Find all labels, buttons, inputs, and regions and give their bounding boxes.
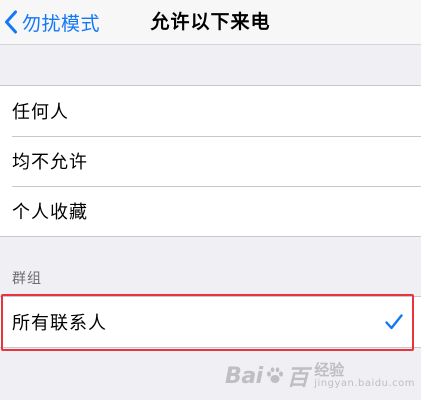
option-favorites[interactable]: 个人收藏	[0, 186, 421, 236]
baidu-watermark: Bai 百 经验 jingyan.baidu.com	[225, 360, 415, 392]
section-header-groups: 群组	[12, 271, 42, 287]
option-all-contacts[interactable]: 所有联系人	[0, 297, 421, 347]
chevron-left-icon	[5, 10, 17, 34]
option-label: 个人收藏	[12, 202, 88, 223]
option-anyone[interactable]: 任何人	[0, 86, 421, 136]
navigation-bar: 勿扰模式 允许以下来电	[0, 0, 421, 45]
back-button[interactable]: 勿扰模式	[0, 0, 100, 44]
options-list: 任何人 均不允许 个人收藏	[0, 85, 421, 237]
option-label: 均不允许	[12, 152, 88, 173]
option-label: 任何人	[12, 102, 69, 123]
watermark-domain: jingyan.baidu.com	[314, 377, 415, 389]
paw-icon	[266, 367, 283, 383]
back-button-label: 勿扰模式	[22, 12, 101, 35]
watermark-brand-left: Bai	[225, 363, 263, 389]
watermark-brand-right: 百	[286, 366, 309, 391]
groups-list: 所有联系人	[0, 296, 421, 348]
checkmark-icon	[385, 314, 403, 330]
option-label: 所有联系人	[12, 313, 107, 334]
watermark-sub: 经验	[314, 360, 345, 379]
option-no-one[interactable]: 均不允许	[0, 136, 421, 186]
